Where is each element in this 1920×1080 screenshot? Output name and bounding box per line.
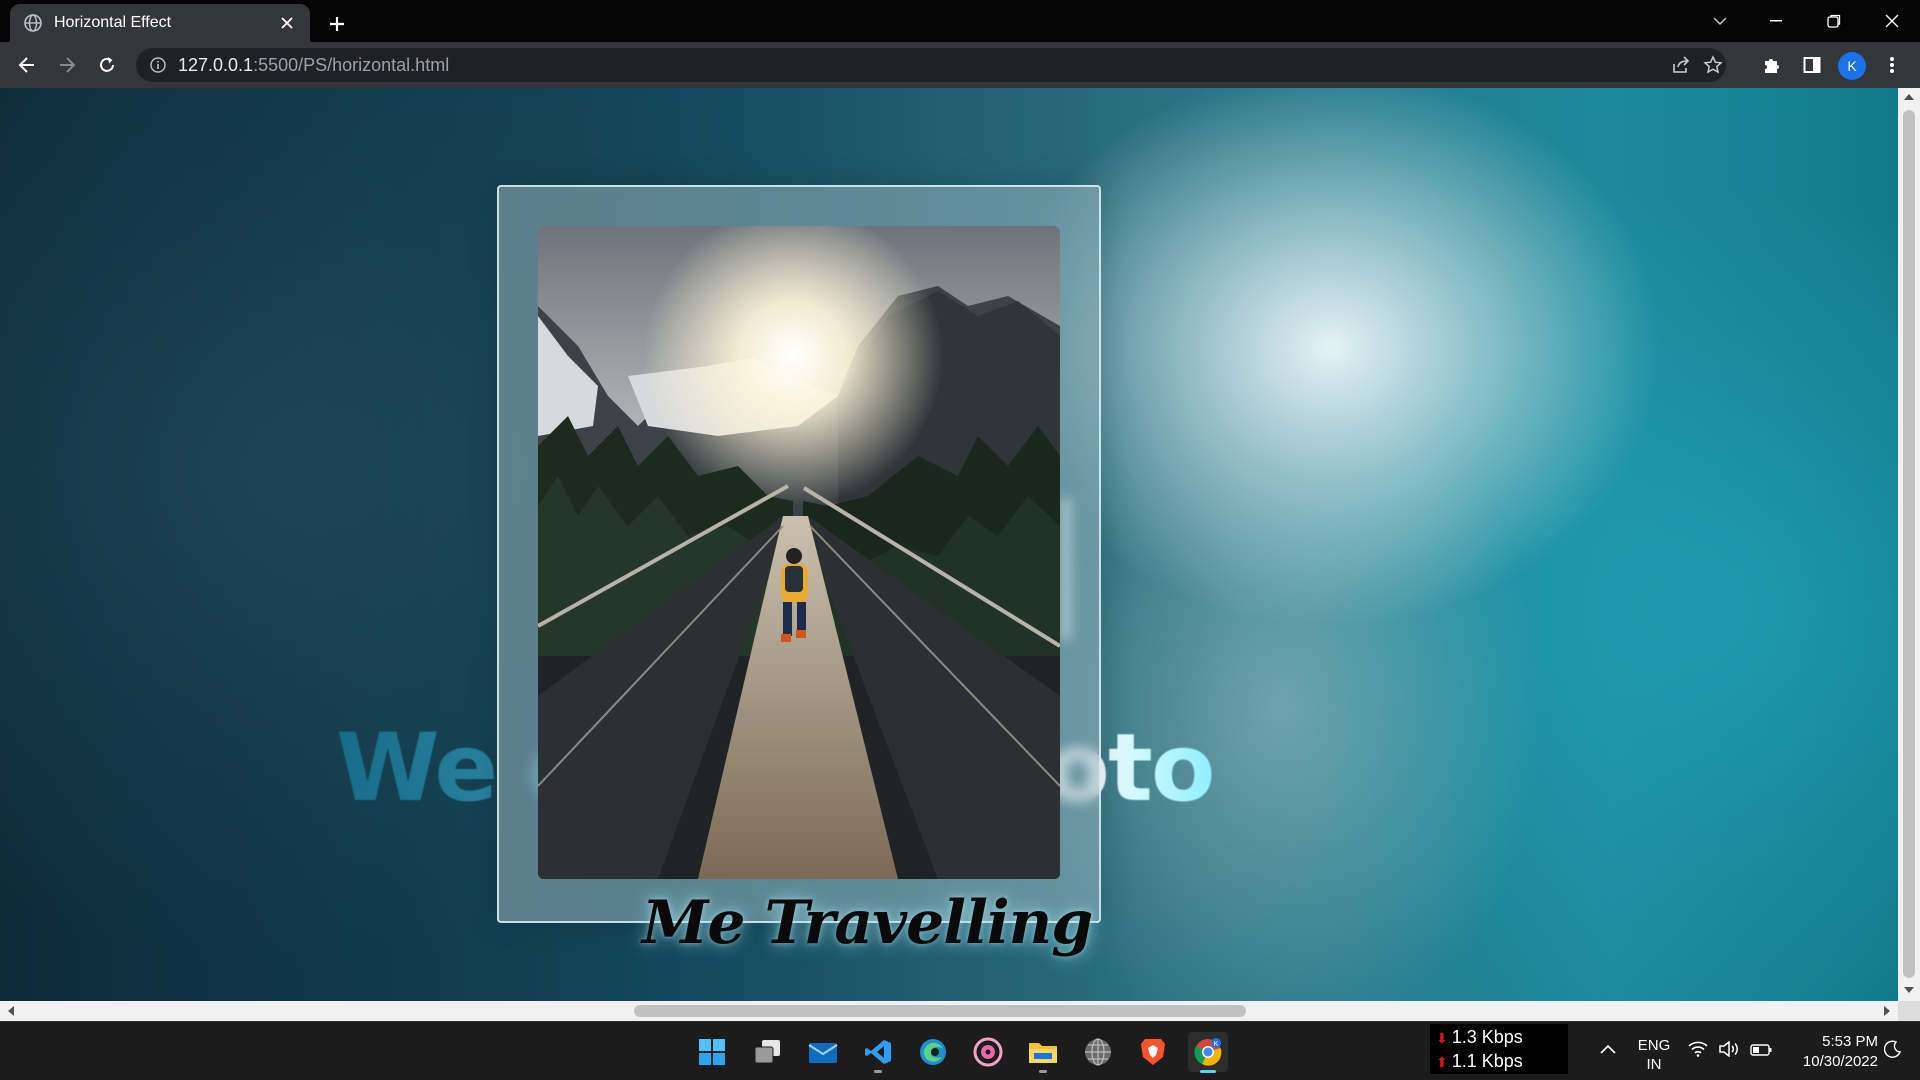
extensions-puzzle-icon[interactable] <box>1756 49 1788 81</box>
tab-search-icon[interactable] <box>1692 0 1748 42</box>
vscode-icon[interactable] <box>858 1032 898 1073</box>
scroll-left-arrow-icon[interactable] <box>6 1006 16 1016</box>
close-window-button[interactable] <box>1864 0 1920 42</box>
brave-icon[interactable] <box>1133 1032 1173 1072</box>
edge-icon[interactable] <box>913 1032 953 1072</box>
globe-icon <box>24 14 42 32</box>
svg-text:K: K <box>1214 1041 1219 1048</box>
windows-taskbar: K ⬇ 1.3 Kbps ⬆ 1.1 Kbps ENG IN 5:53 PM 10/… <box>0 1021 1920 1080</box>
forward-button[interactable] <box>51 49 83 81</box>
horizontal-scroll-thumb[interactable] <box>634 1005 1246 1017</box>
close-tab-icon[interactable] <box>278 14 296 32</box>
focus-moon-icon[interactable] <box>1883 1040 1902 1063</box>
photo-caption: Me Travelling <box>642 888 1093 958</box>
menu-kebab-icon[interactable] <box>1876 49 1908 81</box>
vertical-scroll-thumb[interactable] <box>1903 110 1915 978</box>
photo-frame-card <box>497 185 1101 923</box>
clock-date: 10/30/2022 <box>1802 1053 1878 1070</box>
language-indicator[interactable]: ENG IN <box>1636 1036 1672 1074</box>
profile-avatar[interactable]: K <box>1838 52 1866 80</box>
media-player-icon[interactable] <box>968 1032 1008 1072</box>
task-view-icon[interactable] <box>748 1032 788 1072</box>
net-down-speed: 1.3 Kbps <box>1451 1027 1523 1047</box>
region-code: IN <box>1646 1056 1662 1073</box>
browser-titlebar: Horizontal Effect <box>0 0 1920 42</box>
back-button[interactable] <box>11 49 43 81</box>
download-arrow-icon: ⬇ <box>1436 1030 1448 1046</box>
url-path: :5500/PS/horizontal.html <box>253 54 450 75</box>
browser-toolbar: 127.0.0.1:5500/PS/horizontal.html K <box>0 42 1920 88</box>
globe-app-icon[interactable] <box>1078 1032 1118 1072</box>
chrome-icon[interactable]: K <box>1188 1032 1228 1073</box>
browser-tab[interactable]: Horizontal Effect <box>10 4 310 42</box>
minimize-button[interactable] <box>1748 0 1804 42</box>
scroll-down-arrow-icon[interactable] <box>1904 985 1914 995</box>
system-clock[interactable]: 5:53 PM 10/30/2022 <box>1782 1032 1878 1072</box>
upload-arrow-icon: ⬆ <box>1436 1054 1448 1070</box>
volume-icon[interactable] <box>1718 1040 1740 1062</box>
running-indicator <box>874 1070 882 1073</box>
side-panel-icon[interactable] <box>1796 49 1828 81</box>
site-info-icon[interactable] <box>150 57 166 73</box>
scroll-right-arrow-icon[interactable] <box>1882 1006 1892 1016</box>
horizontal-scrollbar[interactable] <box>0 1001 1898 1021</box>
restore-button[interactable] <box>1806 0 1862 42</box>
show-hidden-icons-chevron-icon[interactable] <box>1600 1040 1616 1059</box>
language-code: ENG <box>1637 1037 1671 1054</box>
new-tab-button[interactable] <box>322 9 352 39</box>
network-speed-widget: ⬇ 1.3 Kbps ⬆ 1.1 Kbps <box>1430 1024 1568 1074</box>
wifi-icon[interactable] <box>1688 1041 1708 1062</box>
battery-icon[interactable] <box>1750 1042 1772 1061</box>
file-explorer-icon[interactable] <box>1023 1032 1063 1073</box>
start-icon[interactable] <box>692 1032 732 1072</box>
scrollbar-corner <box>1898 1001 1920 1021</box>
travel-photo <box>538 226 1060 879</box>
clock-time: 5:53 PM <box>1822 1033 1878 1050</box>
net-up-speed: 1.1 Kbps <box>1451 1051 1523 1071</box>
tab-title: Horizontal Effect <box>54 14 172 31</box>
vertical-scrollbar[interactable] <box>1898 88 1920 1001</box>
bookmark-star-icon[interactable] <box>1698 48 1728 82</box>
active-indicator <box>1200 1070 1216 1073</box>
address-bar[interactable]: 127.0.0.1:5500/PS/horizontal.html <box>136 48 1726 82</box>
mail-icon[interactable] <box>803 1032 843 1072</box>
scroll-up-arrow-icon[interactable] <box>1904 92 1914 102</box>
reload-button[interactable] <box>91 49 123 81</box>
running-indicator <box>1039 1070 1047 1073</box>
page-viewport[interactable]: We c l that photo <box>0 88 1898 1001</box>
url-host: 127.0.0.1 <box>178 54 254 75</box>
share-icon[interactable] <box>1666 48 1696 82</box>
